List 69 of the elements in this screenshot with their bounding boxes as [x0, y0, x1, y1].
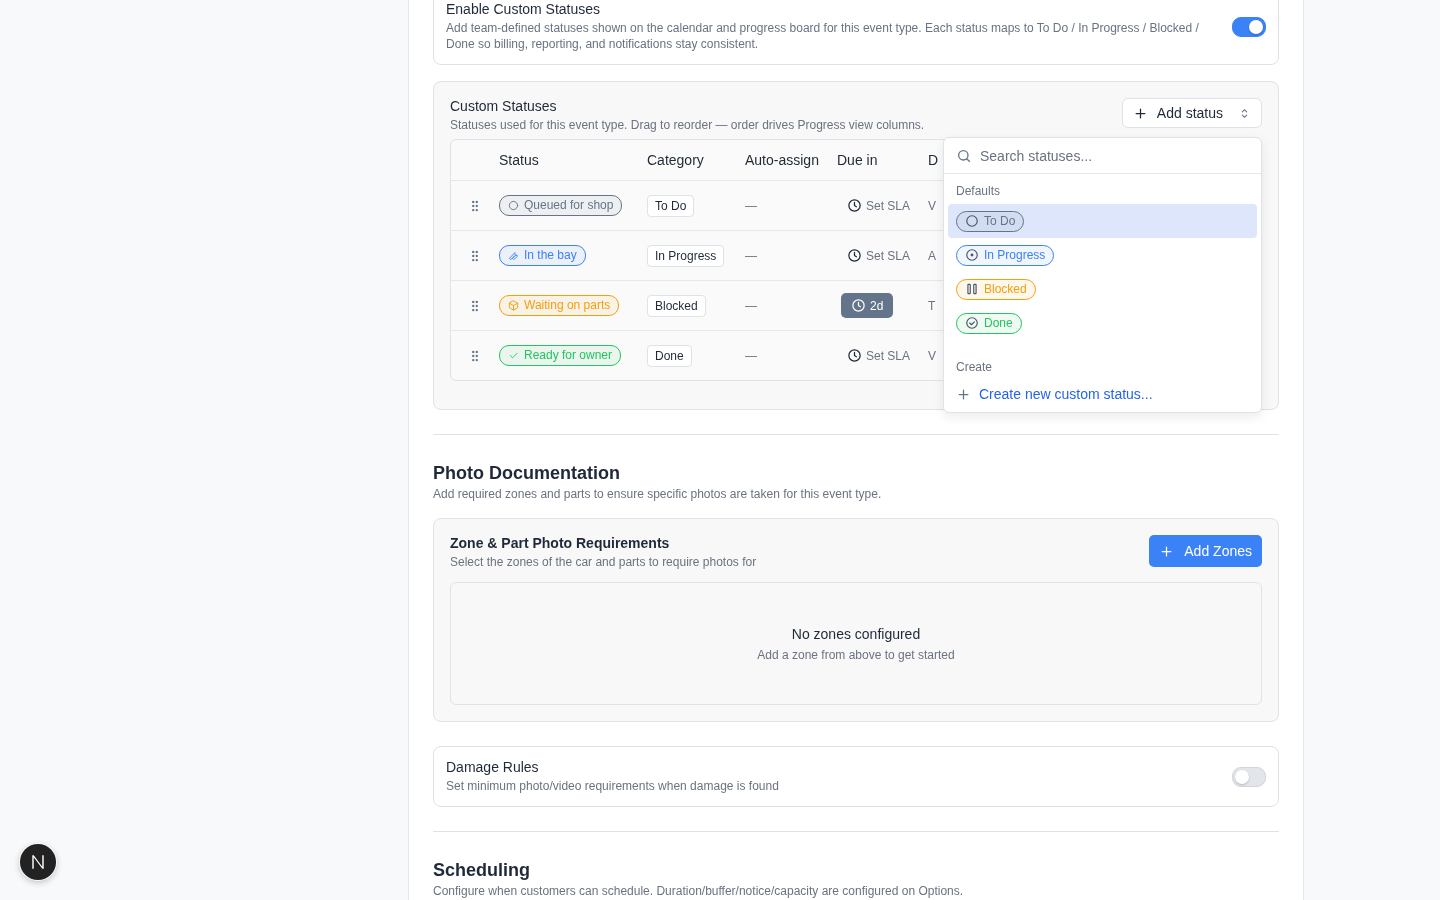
- section-title: Zone & Part Photo Requirements: [450, 535, 671, 551]
- setting-description: Add team-defined statuses shown on the calendar and progress board for this event type. Each status maps to To Do / In Progress / Blocked / Done so billing, reporting, and notifications stay consistent.: [446, 20, 1200, 52]
- search-icon: [956, 147, 972, 164]
- table-cell-text: T: [928, 298, 937, 313]
- sla-button[interactable]: 2d: [841, 293, 894, 318]
- column-header: Auto-assign: [745, 152, 820, 168]
- column-header: Status: [499, 152, 540, 168]
- add-status-button[interactable]: Add status: [1121, 98, 1262, 128]
- clock-icon: [847, 248, 862, 263]
- status-tag: In Progress: [956, 244, 1055, 266]
- category-tag: Done: [647, 344, 692, 367]
- status-tag: Waiting on parts: [499, 295, 620, 316]
- search-input[interactable]: Search statuses...: [980, 147, 1249, 164]
- status-tag: Blocked: [956, 278, 1036, 300]
- add-zones-button[interactable]: Add Zones: [1149, 535, 1262, 567]
- status-tag: Ready for owner: [499, 345, 622, 366]
- pause-icon: [965, 282, 979, 296]
- category-tag: In Progress: [647, 244, 725, 267]
- section-heading: Scheduling: [433, 860, 531, 881]
- section-title: Custom Statuses: [450, 98, 558, 114]
- circle-dot-icon: [965, 248, 979, 262]
- clock-icon: [847, 348, 862, 363]
- create-status-link[interactable]: Create new custom status...: [944, 380, 1261, 404]
- circle-icon: [965, 214, 979, 228]
- toggle-switch[interactable]: [1232, 16, 1266, 37]
- section-description: Statuses used for this event type. Drag to reorder — order drives Progress view columns.: [450, 117, 925, 133]
- table-cell-text: —: [745, 298, 758, 313]
- setting-description: Set minimum photo/video requirements when damage is found: [446, 778, 779, 794]
- status-tag: To Do: [956, 210, 1025, 232]
- table-cell-text: —: [745, 348, 758, 363]
- clock-icon: [851, 298, 866, 313]
- column-header: D: [928, 152, 940, 168]
- section-description: Configure when customers can schedule. Duration/buffer/notice/capacity are configured on Options.: [433, 883, 965, 899]
- column-header: Category: [647, 152, 705, 168]
- plus-icon: [1159, 543, 1175, 559]
- circle-icon: [508, 200, 519, 211]
- column-header: Due in: [837, 152, 879, 168]
- setting-title: Enable Custom Statuses: [446, 1, 602, 17]
- status-tag: Queued for shop: [499, 195, 623, 216]
- sla-button[interactable]: Set SLA: [841, 193, 917, 218]
- table-cell-text: —: [745, 198, 758, 213]
- table-cell-text: V: [928, 348, 937, 363]
- section-heading: Photo Documentation: [433, 463, 621, 484]
- box-icon: [508, 300, 519, 311]
- sla-button[interactable]: Set SLA: [841, 343, 917, 368]
- table-cell-text: A: [928, 248, 937, 263]
- section-description: Select the zones of the car and parts to require photos for: [450, 554, 757, 570]
- empty-title: No zones configured: [791, 625, 921, 642]
- section-description: Add required zones and parts to ensure specific photos are taken for this event type.: [433, 486, 883, 502]
- clock-icon: [847, 198, 862, 213]
- setting-title: Damage Rules: [446, 759, 540, 775]
- table-cell-text: V: [928, 198, 937, 213]
- menu-item[interactable]: To Do: [948, 204, 1257, 238]
- menu-item[interactable]: In Progress: [948, 238, 1257, 272]
- category-tag: To Do: [647, 194, 695, 217]
- plus-icon: [956, 386, 971, 402]
- category-tag: Blocked: [647, 294, 706, 317]
- check-circle-icon: [965, 316, 979, 330]
- status-tag: In the bay: [499, 245, 586, 266]
- empty-hint: Add a zone from above to get started: [757, 647, 955, 662]
- table-cell-text: —: [745, 248, 758, 263]
- group-label: Create: [955, 359, 994, 376]
- plus-icon: [1132, 105, 1148, 121]
- wrench-icon: [508, 250, 519, 261]
- sla-button[interactable]: Set SLA: [841, 243, 917, 268]
- logo-button[interactable]: [19, 843, 57, 881]
- check-icon: [508, 350, 519, 361]
- status-tag: Done: [956, 312, 1022, 334]
- group-label: Defaults: [955, 183, 1002, 200]
